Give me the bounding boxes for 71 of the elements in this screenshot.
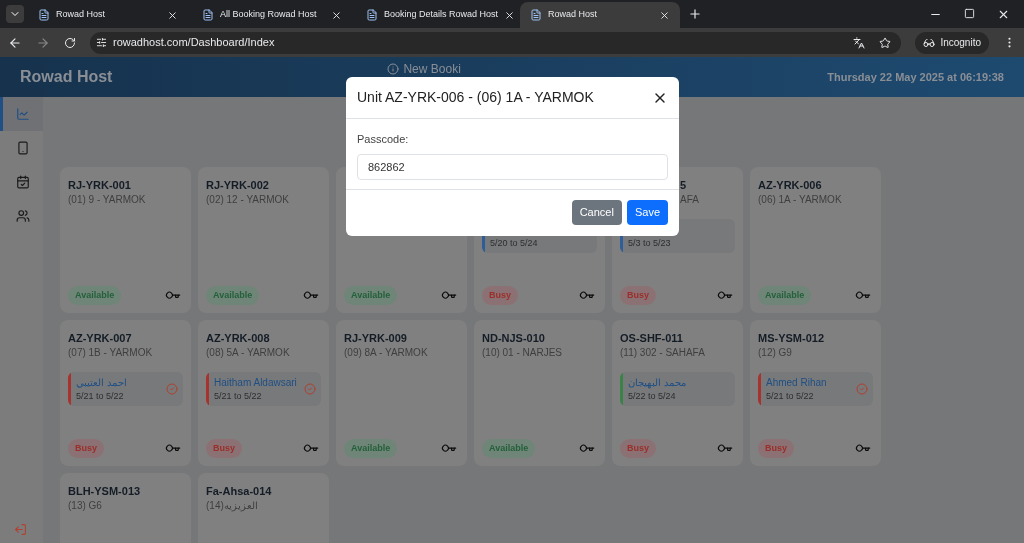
unit-subtitle: (11) 302 - SAHAFA [620,346,705,360]
unit-card[interactable]: RJ-YRK-001 (01) 9 - YARMOK Available [60,167,191,313]
browser-tab[interactable]: Rowad Host [520,2,680,28]
unit-code: OS-SHF-011 [620,331,683,346]
booking-dates: 5/3 to 5/23 [628,237,671,250]
browser-tab[interactable]: Booking Details Rowad Host [356,2,516,28]
app-title: Rowad Host [20,67,113,87]
unit-subtitle: (13) G6 [68,499,102,513]
unit-subtitle: (09) 8A - YARMOK [344,346,428,360]
unit-code: AZ-YRK-008 [206,331,270,346]
tab-title: All Booking Rowad Host [220,8,318,22]
address-bar[interactable]: rowadhost.com/Dashboard/Index [90,31,902,54]
status-badge: Busy [68,438,104,458]
booking-entry[interactable]: Haitham Aldawsari 5/21 to 5/22 [206,372,321,406]
unit-code: RJ-YRK-009 [344,331,407,346]
unit-code: AZ-YRK-007 [68,331,132,346]
unit-subtitle: (02) 12 - YARMOK [206,193,289,207]
status-badge: Available [206,285,260,305]
cancel-button[interactable]: Cancel [571,200,622,225]
status-badge: Available [344,438,398,458]
unit-code: RJ-YRK-002 [206,178,269,193]
unit-subtitle: (01) 9 - YARMOK [68,193,146,207]
unit-subtitle: (06) 1A - YARMOK [758,193,842,207]
unit-card[interactable]: AZ-YRK-006 (06) 1A - YARMOK Available [750,167,881,313]
tab-title: Rowad Host [56,8,107,22]
booking-dates: 5/21 to 5/22 [76,390,124,403]
date-time: Thursday 22 May 2025 at 06:19:38 [827,69,1004,85]
unit-card[interactable]: RJ-YRK-009 (09) 8A - YARMOK Available [336,320,467,466]
status-badge: Busy [482,285,518,305]
tab-title: Booking Details Rowad Host [384,8,499,22]
unit-card[interactable]: MS-YSM-012 (12) G9 Ahmed Rihan 5/21 to 5/22 Busy [750,320,881,466]
field-label: Passcode: [357,132,410,147]
unit-subtitle: (14)العزيزيه [206,499,258,513]
unit-code: MS-YSM-012 [758,331,825,346]
tab-title: Rowad Host [548,8,599,22]
browser-tab[interactable]: All Booking Rowad Host [192,2,352,28]
unit-code: Fa-Ahsa-014 [206,484,272,499]
status-badge: Busy [620,285,656,305]
unit-subtitle: (10) 01 - NARJES [482,346,563,360]
unit-card[interactable]: ND-NJS-010 (10) 01 - NARJES Available [474,320,605,466]
url-text: rowadhost.com/Dashboard/Index [113,35,275,51]
unit-card[interactable]: AZ-YRK-008 (08) 5A - YARMOK Haitham Aldawsari 5/21 to 5/22 Busy [198,320,329,466]
unit-subtitle: (07) 1B - YARMOK [68,346,153,360]
status-badge: Busy [620,438,656,458]
status-badge: Busy [206,438,242,458]
booking-entry[interactable]: Ahmed Rihan 5/21 to 5/22 [758,372,873,406]
unit-code: AZ-YRK-006 [758,178,822,193]
booking-dates: 5/21 to 5/22 [214,390,262,403]
booking-dates: 5/21 to 5/22 [766,390,814,403]
status-badge: Available [344,285,398,305]
browser-tab[interactable]: Rowad Host [28,2,188,28]
unit-code: BLH-YSM-013 [68,484,141,499]
unit-card[interactable]: BLH-YSM-013 (13) G6 [60,473,191,543]
status-badge: Available [758,285,812,305]
status-badge: Available [68,285,122,305]
status-badge: Available [482,438,536,458]
passcode-field[interactable]: 862862 [357,153,668,180]
unit-code: ND-NJS-010 [482,331,545,346]
unit-card[interactable]: RJ-YRK-002 (02) 12 - YARMOK Available [198,167,329,313]
booking-dates: 5/22 to 5/24 [628,390,676,403]
booking-dates: 5/20 to 5/24 [490,237,538,250]
save-button[interactable]: Save [626,200,668,225]
unit-subtitle: AFA [680,193,699,207]
unit-code: 5 [680,178,687,193]
new-booking-link[interactable]: New Booki [403,60,461,78]
incognito-button[interactable]: Incognito [915,31,989,54]
unit-code: RJ-YRK-001 [68,178,131,193]
unit-subtitle: (12) G9 [758,346,792,360]
status-badge: Busy [758,438,794,458]
dialog-title: Unit AZ-YRK-006 - (06) 1A - YARMOK [357,88,594,107]
unit-subtitle: (08) 5A - YARMOK [206,346,290,360]
